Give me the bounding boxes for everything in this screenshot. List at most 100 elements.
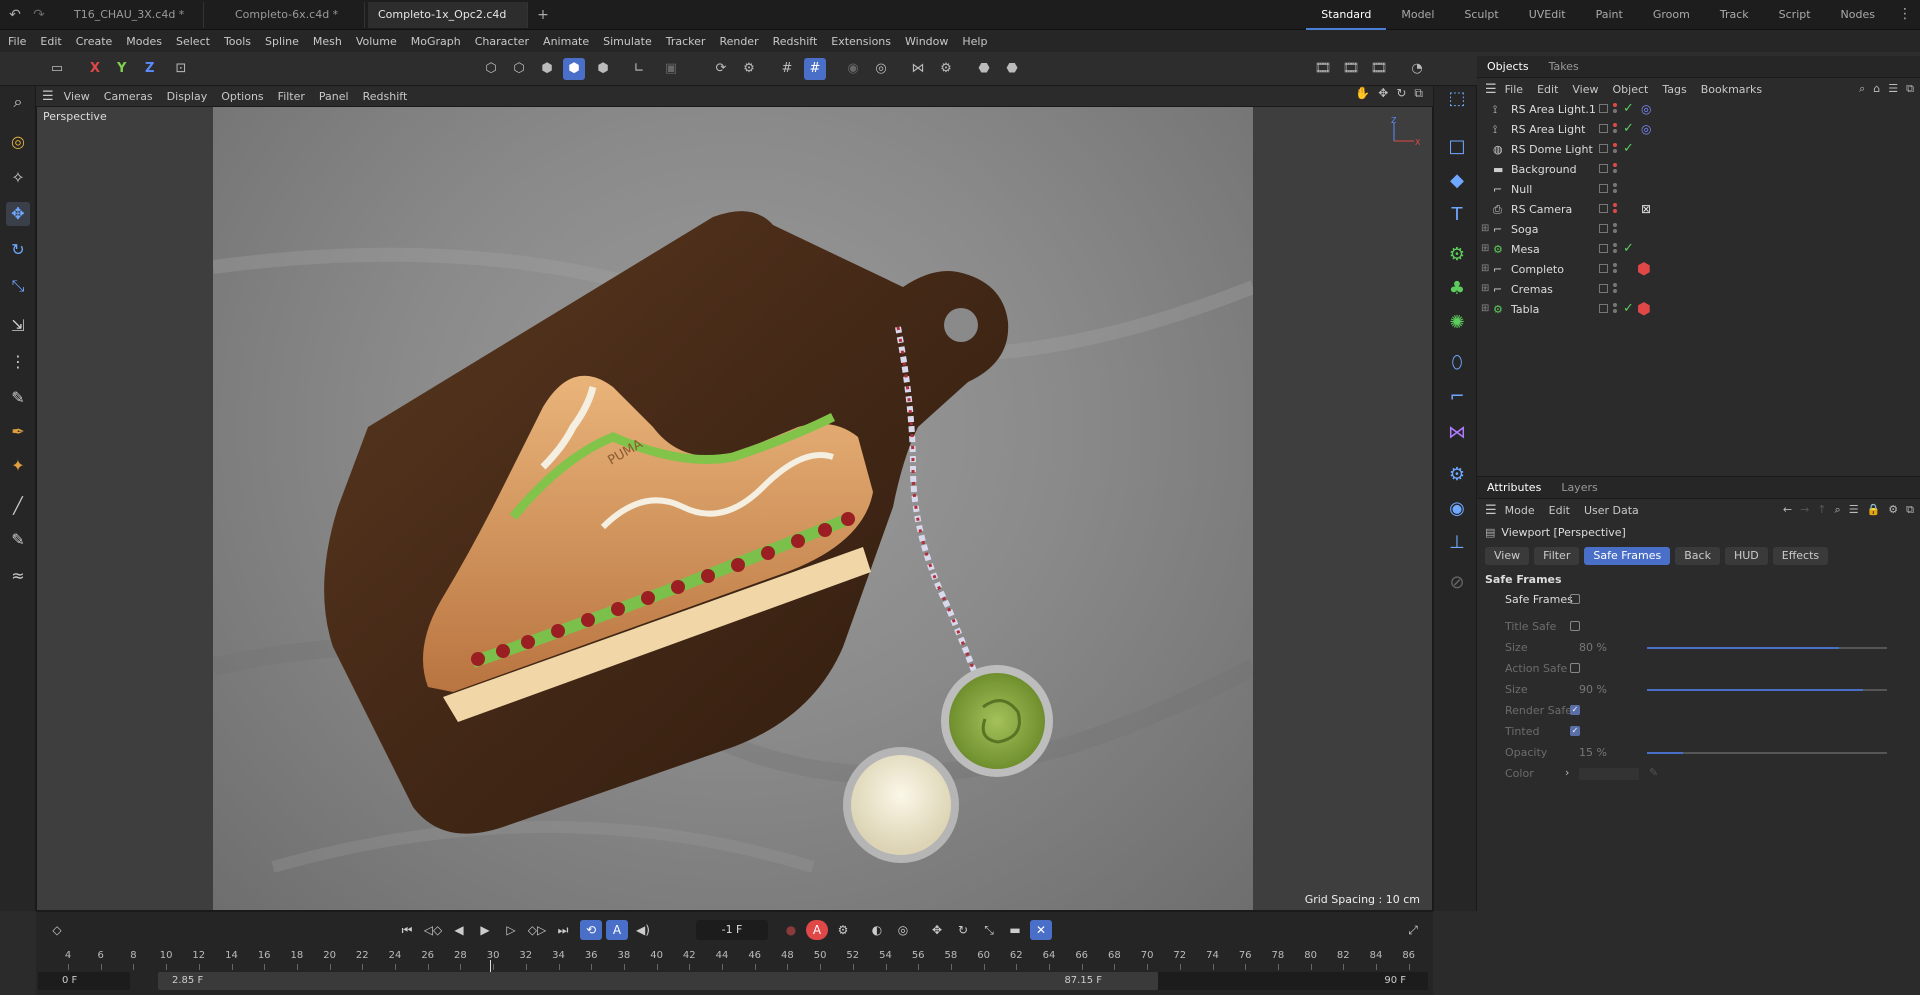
menu-select[interactable]: Select — [176, 35, 210, 48]
more-options-icon[interactable]: ⋮ — [1898, 6, 1912, 22]
menu-help[interactable]: Help — [962, 35, 987, 48]
enabled-check-icon[interactable]: ✓ — [1623, 141, 1634, 156]
live-selection-icon[interactable]: ◎ — [6, 130, 30, 154]
layout-tab-track[interactable]: Track — [1705, 0, 1764, 30]
lock-icon[interactable]: 🔒 — [1867, 503, 1881, 517]
motion-record-icon[interactable]: ◐ — [866, 920, 888, 940]
object-row[interactable]: ◍ RS Dome Light ✓ — [1477, 140, 1920, 160]
render-dots[interactable] — [1613, 141, 1617, 159]
autokey-icon[interactable]: A — [806, 920, 828, 940]
range-start-field[interactable]: 0 F — [38, 972, 130, 990]
next-frame-icon[interactable]: ▷ — [500, 920, 522, 940]
pen-tool-icon[interactable]: ✎ — [6, 386, 30, 410]
go-to-start-icon[interactable]: ⏮ — [396, 920, 418, 940]
current-frame-field[interactable]: -1 F — [696, 920, 768, 940]
viewport-menu-redshift[interactable]: Redshift — [363, 90, 408, 103]
orbit-icon[interactable]: ↻ — [1396, 86, 1406, 101]
expand-icon[interactable]: ⊞ — [1481, 283, 1491, 294]
record-icon[interactable]: ● — [780, 920, 802, 940]
tab-attributes[interactable]: Attributes — [1477, 477, 1551, 499]
perspective-viewport[interactable]: PUMA Perspective Z X Grid Spacing: 10 c… — [36, 106, 1433, 911]
object-row[interactable]: ⎙ RS Camera ⊠ — [1477, 200, 1920, 220]
color-swatch[interactable] — [1579, 768, 1639, 780]
subtab-view[interactable]: View — [1485, 547, 1530, 565]
x-axis-lock[interactable]: X — [90, 58, 100, 80]
menu-file[interactable]: File — [8, 35, 26, 48]
layout-tab-standard[interactable]: Standard — [1306, 0, 1387, 30]
render-dots[interactable] — [1613, 161, 1617, 179]
polygon-pen-icon[interactable]: ✦ — [6, 454, 30, 478]
new-window-icon[interactable]: ⧉ — [1906, 503, 1914, 517]
render-view-icon[interactable]: 🎞 — [1312, 58, 1334, 80]
paint-tool-icon[interactable]: ✎ — [6, 528, 30, 552]
attributes-menu-mode[interactable]: Mode — [1505, 504, 1535, 517]
layout-tab-uvedit[interactable]: UVEdit — [1514, 0, 1581, 30]
rotate-tool-icon[interactable]: ↻ — [6, 238, 30, 262]
new-tab-icon[interactable]: + — [534, 6, 552, 24]
menu-redshift[interactable]: Redshift — [773, 35, 818, 48]
viewport-menu-cameras[interactable]: Cameras — [104, 90, 153, 103]
coordinate-system-icon[interactable]: ⊡ — [170, 58, 192, 80]
scale-key-icon[interactable]: ⤡ — [978, 920, 1000, 940]
tab-objects[interactable]: Objects — [1477, 56, 1539, 78]
cube-primitive-icon[interactable]: ◆ — [1444, 168, 1470, 194]
menu-modes[interactable]: Modes — [126, 35, 162, 48]
render-dots[interactable] — [1613, 221, 1617, 239]
visibility-toggle[interactable] — [1599, 224, 1608, 233]
menu-tools[interactable]: Tools — [224, 35, 251, 48]
object-mode-icon[interactable]: ▭ — [46, 58, 68, 80]
snap-settings-icon[interactable]: ⚙ — [738, 58, 760, 80]
object-row[interactable]: ⊞ ⌐ Completo ⬢ — [1477, 259, 1920, 280]
position-key-icon[interactable]: ✥ — [926, 920, 948, 940]
title-safe-checkbox[interactable] — [1570, 621, 1580, 631]
tab-layers[interactable]: Layers — [1551, 477, 1607, 499]
symmetry-settings-icon[interactable]: ⚙ — [935, 58, 957, 80]
spline-primitive-icon[interactable]: □ — [1444, 134, 1470, 160]
model-mode-icon[interactable]: ⬢ — [563, 58, 585, 80]
objects-menu-bookmarks[interactable]: Bookmarks — [1701, 83, 1762, 96]
enabled-check-icon[interactable]: ✓ — [1623, 121, 1634, 136]
objects-menu-object[interactable]: Object — [1613, 83, 1649, 96]
knife-tool-icon[interactable]: ✒ — [6, 420, 30, 444]
render-dots[interactable] — [1613, 201, 1617, 219]
generator-icon[interactable]: ⚙ — [1444, 242, 1470, 268]
scene-settings-icon[interactable]: ⚙ — [1444, 462, 1470, 488]
subtab-safe-frames[interactable]: Safe Frames — [1584, 547, 1671, 565]
enabled-check-icon[interactable]: ✓ — [1623, 101, 1634, 116]
menu-spline[interactable]: Spline — [265, 35, 299, 48]
previous-frame-icon[interactable]: ◀ — [448, 920, 470, 940]
next-key-icon[interactable]: ◇▷ — [526, 920, 548, 940]
enabled-check-icon[interactable]: ✓ — [1623, 241, 1634, 256]
expand-icon[interactable]: ⊞ — [1481, 223, 1491, 234]
subtab-hud[interactable]: HUD — [1724, 547, 1768, 565]
hamburger-icon[interactable]: ☰ — [1485, 82, 1497, 97]
redshift-light-tag-icon[interactable]: ◎ — [1641, 122, 1651, 136]
z-axis-lock[interactable]: Z — [145, 58, 154, 80]
tweak-mode-icon[interactable]: ▣ — [660, 58, 682, 80]
eyedropper-icon[interactable]: ✎ — [1649, 766, 1658, 779]
visibility-toggle[interactable] — [1599, 204, 1608, 213]
menu-extensions[interactable]: Extensions — [831, 35, 891, 48]
safe-frames-checkbox[interactable] — [1570, 594, 1580, 604]
search-icon[interactable]: ⌕ — [1859, 82, 1865, 96]
move-tool-icon[interactable]: ✥ — [6, 202, 30, 226]
soft-selection-icon[interactable]: ◉ — [842, 58, 864, 80]
viewport-solo-icon[interactable]: ⬣ — [1001, 58, 1023, 80]
new-window-icon[interactable]: ⧉ — [1906, 82, 1914, 96]
go-to-end-icon[interactable]: ⏭ — [552, 920, 574, 940]
expand-icon[interactable]: ⊞ — [1481, 263, 1491, 274]
visibility-toggle[interactable] — [1599, 164, 1608, 173]
object-row[interactable]: ⟟ RS Area Light.1 ✓ ◎ — [1477, 100, 1920, 120]
edges-mode-icon[interactable]: ⬡ — [508, 58, 530, 80]
settings-icon[interactable]: ⚙ — [1888, 503, 1898, 517]
menu-create[interactable]: Create — [76, 35, 113, 48]
maximize-view-icon[interactable]: ⧉ — [1414, 86, 1423, 101]
redshift-light-tag-icon[interactable]: ◎ — [1641, 102, 1651, 116]
home-icon[interactable]: ⌂ — [1873, 82, 1880, 96]
menu-volume[interactable]: Volume — [356, 35, 397, 48]
pan-icon[interactable]: ✋ — [1355, 86, 1370, 101]
timeline-expand-icon[interactable]: ⤢ — [1402, 920, 1424, 940]
layout-tab-paint[interactable]: Paint — [1581, 0, 1638, 30]
playback-mode-icon[interactable]: A — [606, 920, 628, 940]
pla-key-icon[interactable]: ✕ — [1030, 920, 1052, 940]
